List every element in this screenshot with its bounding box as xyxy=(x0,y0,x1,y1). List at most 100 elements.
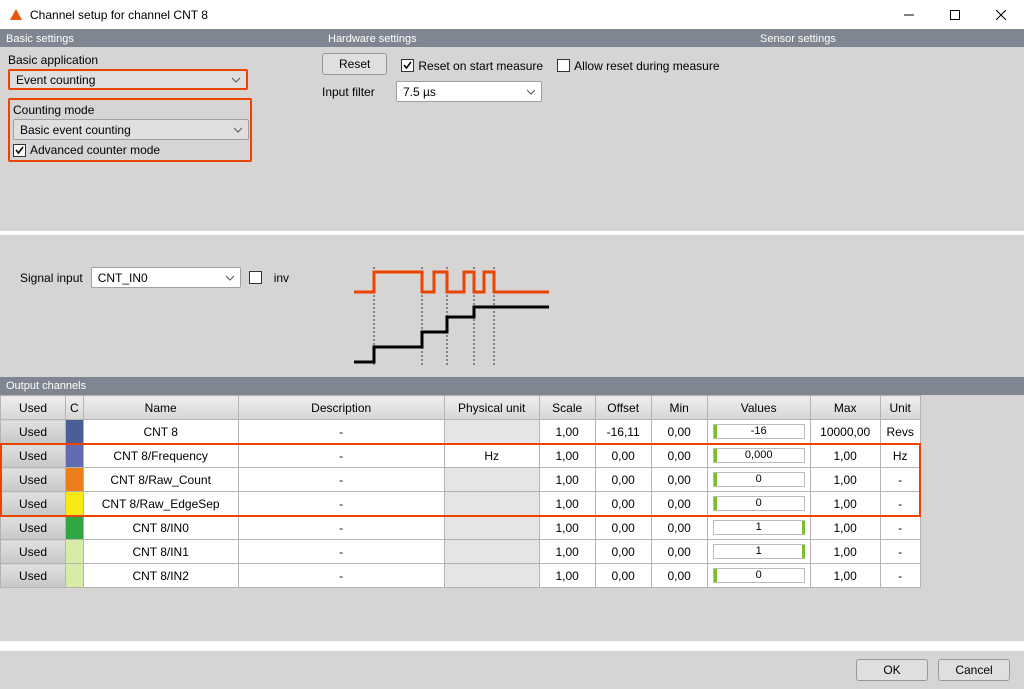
min-cell[interactable]: 0,00 xyxy=(651,468,707,492)
scale-cell[interactable]: 1,00 xyxy=(539,564,595,588)
offset-cell[interactable]: 0,00 xyxy=(595,444,651,468)
max-cell[interactable]: 1,00 xyxy=(810,540,880,564)
col-offset[interactable]: Offset xyxy=(595,396,651,420)
col-max[interactable]: Max xyxy=(810,396,880,420)
col-scale[interactable]: Scale xyxy=(539,396,595,420)
min-cell[interactable]: 0,00 xyxy=(651,516,707,540)
desc-cell[interactable]: - xyxy=(238,444,444,468)
unit-cell[interactable]: - xyxy=(880,516,920,540)
used-cell[interactable]: Used xyxy=(1,492,66,516)
allow-reset-checkbox[interactable] xyxy=(557,59,570,72)
phys-cell[interactable]: Hz xyxy=(444,444,539,468)
unit-cell[interactable]: - xyxy=(880,468,920,492)
scale-cell[interactable]: 1,00 xyxy=(539,492,595,516)
max-cell[interactable]: 1,00 xyxy=(810,468,880,492)
col-color[interactable]: C xyxy=(66,396,84,420)
scale-cell[interactable]: 1,00 xyxy=(539,540,595,564)
max-cell[interactable]: 1,00 xyxy=(810,516,880,540)
unit-cell[interactable]: Revs xyxy=(880,420,920,444)
desc-cell[interactable]: - xyxy=(238,492,444,516)
name-cell[interactable]: CNT 8/Frequency xyxy=(83,444,238,468)
signal-input-select[interactable]: CNT_IN0 xyxy=(91,267,241,288)
section-basic-label: Basic settings xyxy=(0,30,322,47)
phys-cell[interactable] xyxy=(444,468,539,492)
inv-checkbox[interactable] xyxy=(249,271,262,284)
name-cell[interactable]: CNT 8/Raw_EdgeSep xyxy=(83,492,238,516)
offset-cell[interactable]: 0,00 xyxy=(595,564,651,588)
used-cell[interactable]: Used xyxy=(1,444,66,468)
cancel-button[interactable]: Cancel xyxy=(938,659,1010,681)
name-cell[interactable]: CNT 8/Raw_Count xyxy=(83,468,238,492)
reset-on-start-checkbox[interactable] xyxy=(401,59,414,72)
unit-cell[interactable]: Hz xyxy=(880,444,920,468)
desc-cell[interactable]: - xyxy=(238,516,444,540)
scale-cell[interactable]: 1,00 xyxy=(539,420,595,444)
offset-cell[interactable]: 0,00 xyxy=(595,516,651,540)
inv-label: inv xyxy=(274,271,289,285)
used-cell[interactable]: Used xyxy=(1,468,66,492)
phys-cell[interactable] xyxy=(444,564,539,588)
col-unit[interactable]: Unit xyxy=(880,396,920,420)
used-cell[interactable]: Used xyxy=(1,420,66,444)
name-cell[interactable]: CNT 8/IN2 xyxy=(83,564,238,588)
col-desc[interactable]: Description xyxy=(238,396,444,420)
max-cell[interactable]: 10000,00 xyxy=(810,420,880,444)
desc-cell[interactable]: - xyxy=(238,564,444,588)
phys-cell[interactable] xyxy=(444,516,539,540)
max-cell[interactable]: 1,00 xyxy=(810,564,880,588)
used-cell[interactable]: Used xyxy=(1,516,66,540)
close-button[interactable] xyxy=(978,0,1024,30)
name-cell[interactable]: CNT 8/IN1 xyxy=(83,540,238,564)
basic-app-select[interactable]: Event counting xyxy=(8,69,248,90)
min-cell[interactable]: 0,00 xyxy=(651,564,707,588)
min-cell[interactable]: 0,00 xyxy=(651,444,707,468)
desc-cell[interactable]: - xyxy=(238,468,444,492)
max-cell[interactable]: 1,00 xyxy=(810,444,880,468)
col-phys[interactable]: Physical unit xyxy=(444,396,539,420)
color-swatch xyxy=(66,492,84,516)
scale-cell[interactable]: 1,00 xyxy=(539,444,595,468)
offset-cell[interactable]: 0,00 xyxy=(595,492,651,516)
unit-cell[interactable]: - xyxy=(880,564,920,588)
output-channels-table: Used C Name Description Physical unit Sc… xyxy=(0,395,921,588)
col-name[interactable]: Name xyxy=(83,396,238,420)
counting-mode-group: Counting mode Basic event counting Advan… xyxy=(8,98,252,162)
phys-cell[interactable] xyxy=(444,492,539,516)
col-min[interactable]: Min xyxy=(651,396,707,420)
name-cell[interactable]: CNT 8/IN0 xyxy=(83,516,238,540)
offset-cell[interactable]: 0,00 xyxy=(595,540,651,564)
ok-button[interactable]: OK xyxy=(856,659,928,681)
section-headers: Basic settings Hardware settings Sensor … xyxy=(0,30,1024,47)
offset-cell[interactable]: -16,11 xyxy=(595,420,651,444)
min-cell[interactable]: 0,00 xyxy=(651,540,707,564)
phys-cell[interactable] xyxy=(444,420,539,444)
maximize-button[interactable] xyxy=(932,0,978,30)
col-values[interactable]: Values xyxy=(707,396,810,420)
name-cell[interactable]: CNT 8 xyxy=(83,420,238,444)
advanced-counter-checkbox[interactable] xyxy=(13,144,26,157)
scale-cell[interactable]: 1,00 xyxy=(539,516,595,540)
color-swatch xyxy=(66,564,84,588)
offset-cell[interactable]: 0,00 xyxy=(595,468,651,492)
input-filter-select[interactable]: 7.5 µs xyxy=(396,81,542,102)
col-used[interactable]: Used xyxy=(1,396,66,420)
counting-mode-select[interactable]: Basic event counting xyxy=(13,119,249,140)
unit-cell[interactable]: - xyxy=(880,540,920,564)
minimize-button[interactable] xyxy=(886,0,932,30)
reset-button[interactable]: Reset xyxy=(322,53,387,75)
min-cell[interactable]: 0,00 xyxy=(651,420,707,444)
phys-cell[interactable] xyxy=(444,540,539,564)
min-cell[interactable]: 0,00 xyxy=(651,492,707,516)
scale-cell[interactable]: 1,00 xyxy=(539,468,595,492)
table-row: Used CNT 8/Raw_Count - 1,00 0,00 0,00 0 … xyxy=(1,468,921,492)
unit-cell[interactable]: - xyxy=(880,492,920,516)
input-filter-value: 7.5 µs xyxy=(403,85,436,99)
max-cell[interactable]: 1,00 xyxy=(810,492,880,516)
allow-reset-label: Allow reset during measure xyxy=(574,59,719,73)
used-cell[interactable]: Used xyxy=(1,540,66,564)
used-cell[interactable]: Used xyxy=(1,564,66,588)
desc-cell[interactable]: - xyxy=(238,540,444,564)
signal-diagram xyxy=(349,267,559,370)
output-channels-header: Output channels xyxy=(0,377,1024,395)
desc-cell[interactable]: - xyxy=(238,420,444,444)
